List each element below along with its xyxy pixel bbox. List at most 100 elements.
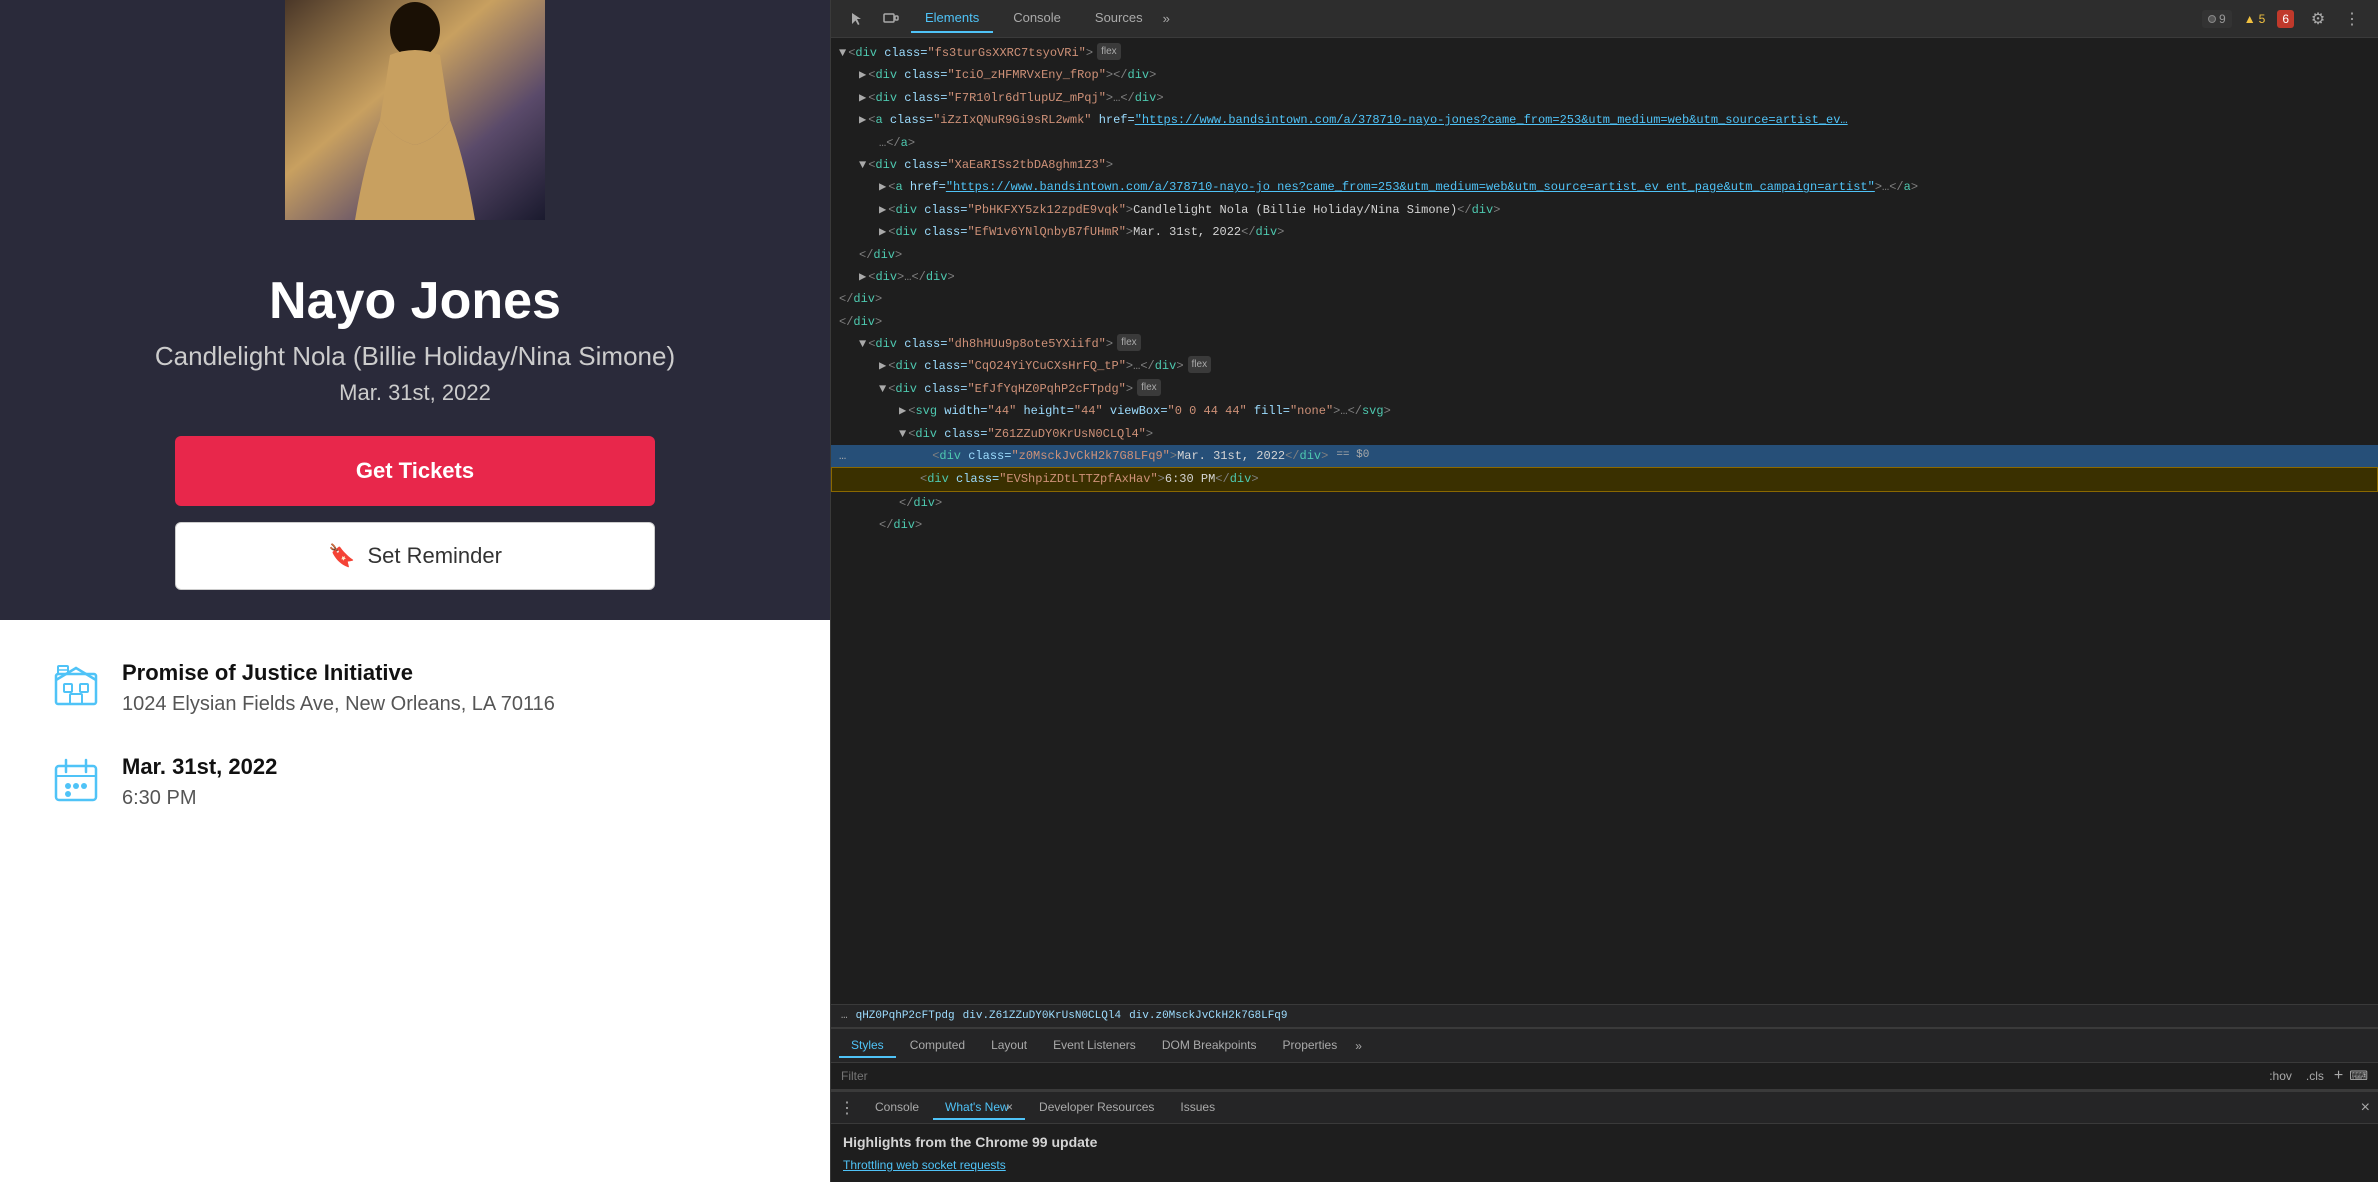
error-badge: 9	[2202, 10, 2232, 28]
dom-line-6[interactable]: ▼ <div class="XaEaRISs2tbDA8ghm1Z3" >	[831, 154, 2378, 176]
tab-event-listeners[interactable]: Event Listeners	[1041, 1034, 1148, 1058]
styles-tabs: Styles Computed Layout Event Listeners D…	[831, 1029, 2378, 1063]
flex-badge-14: flex	[1117, 334, 1141, 351]
warn-badge: ▲ 5	[2238, 10, 2272, 28]
dom-line-8[interactable]: ▶ <div class="PbHKFXY5zk12zpdE9vqk" >Can…	[831, 199, 2378, 221]
venue-detail-text: Promise of Justice Initiative 1024 Elysi…	[122, 660, 780, 718]
drawer-tab-issues[interactable]: Issues	[1168, 1096, 1227, 1120]
date-row: Mar. 31st, 2022 6:30 PM	[50, 754, 780, 812]
event-details: Promise of Justice Initiative 1024 Elysi…	[0, 620, 830, 888]
tab-console[interactable]: Console	[999, 4, 1075, 33]
collapse-arrow-11[interactable]: ▶	[859, 267, 866, 287]
event-date: Mar. 31st, 2022	[122, 754, 780, 780]
dom-line-3[interactable]: ▶ <div class="F7R10lr6dTlupUZ_mPqj" >…</…	[831, 87, 2378, 109]
dom-line-21[interactable]: </div>	[831, 492, 2378, 514]
filter-plus-btn[interactable]: +	[2334, 1067, 2343, 1085]
console-tabs: ⋮ Console What's New × Developer Resourc…	[831, 1092, 2378, 1124]
device-icon-btn[interactable]	[877, 5, 905, 33]
ellipsis-dots: …	[839, 446, 846, 466]
breadcrumb-item-2[interactable]: div.Z61ZZuDY0KrUsN0CLQl4	[963, 1010, 1121, 1022]
calendar-icon-svg	[50, 754, 102, 806]
filter-cls-btn[interactable]: .cls	[2302, 1067, 2328, 1085]
dom-line-7[interactable]: ▶ <a href="https://www.bandsintown.com/a…	[831, 176, 2378, 198]
dom-line-14[interactable]: ▼ <div class="dh8hHUu9p8ote5YXiifd" > fl…	[831, 333, 2378, 355]
datetime-detail-text: Mar. 31st, 2022 6:30 PM	[122, 754, 780, 812]
devtools-panel: Elements Console Sources » 9 ▲ 5 6 ⚙ ⋮ ▼…	[830, 0, 2378, 1182]
more-tabs[interactable]: »	[1163, 11, 1170, 26]
dom-line-17[interactable]: ▶ <svg width="44" height="44" viewBox="0…	[831, 400, 2378, 422]
drawer-tab-dev-resources[interactable]: Developer Resources	[1027, 1096, 1166, 1120]
dom-line-13[interactable]: </div>	[831, 311, 2378, 333]
flex-badge-16: flex	[1137, 379, 1161, 396]
tab-elements[interactable]: Elements	[911, 4, 993, 33]
collapse-arrow-3[interactable]: ▶	[859, 88, 866, 108]
devtools-badges: 9 ▲ 5 6	[2202, 10, 2294, 28]
tab-sources[interactable]: Sources	[1081, 4, 1157, 33]
dom-line-20-highlighted[interactable]: <div class="EVShpiZDtLTTZpfAxHav" >6:30 …	[831, 467, 2378, 491]
drawer-tab-console[interactable]: Console	[863, 1096, 931, 1120]
drawer-tab-whats-new[interactable]: What's New ×	[933, 1096, 1025, 1120]
breadcrumb-item-1[interactable]: qHZ0PqhP2cFTpdg	[856, 1010, 955, 1022]
dom-line-2[interactable]: ▶ <div class="IciO_zHFMRVxEny_fRop" ></d…	[831, 64, 2378, 86]
breadcrumb-item-3[interactable]: div.z0MsckJvCkH2k7G8LFq9	[1129, 1010, 1287, 1022]
collapse-arrow-17[interactable]: ▶	[899, 401, 906, 421]
dom-line-12[interactable]: </div>	[831, 288, 2378, 310]
console-drawer: ⋮ Console What's New × Developer Resourc…	[831, 1090, 2378, 1182]
dom-line-1[interactable]: ▼ <div class="fs3turGsXXRC7tsyoVRi" > fl…	[831, 42, 2378, 64]
event-date-hero: Mar. 31st, 2022	[40, 380, 790, 406]
set-reminder-button[interactable]: 🔖 Set Reminder	[175, 522, 655, 590]
collapse-arrow-15[interactable]: ▶	[879, 356, 886, 376]
dom-line-10[interactable]: </div>	[831, 244, 2378, 266]
console-drawer-dots[interactable]: ⋮	[839, 1098, 855, 1118]
tab-dom-breakpoints[interactable]: DOM Breakpoints	[1150, 1034, 1269, 1058]
filter-controls: :hov .cls + ⌨	[2265, 1067, 2368, 1085]
collapse-arrow-4[interactable]: ▶	[859, 110, 866, 130]
flex-badge-15: flex	[1188, 356, 1212, 373]
ext-badge: 6	[2277, 10, 2294, 28]
dom-tree[interactable]: ▼ <div class="fs3turGsXXRC7tsyoVRi" > fl…	[831, 38, 2378, 1004]
whats-new-tab-close[interactable]: ×	[1006, 1100, 1013, 1114]
event-time: 6:30 PM	[122, 784, 780, 812]
dom-line-5[interactable]: … </a>	[831, 132, 2378, 154]
collapse-arrow-2[interactable]: ▶	[859, 65, 866, 85]
collapse-arrow-16[interactable]: ▼	[879, 379, 886, 399]
dom-line-4[interactable]: ▶ <a class="iZzIxQNuR9Gi9sRL2wmk" href="…	[831, 109, 2378, 131]
filter-bracket-btn[interactable]: ⌨	[2349, 1068, 2368, 1084]
dom-line-18[interactable]: ▼ <div class="Z61ZZuDY0KrUsN0CLQl4" >	[831, 423, 2378, 445]
artist-page: Nayo Jones Candlelight Nola (Billie Holi…	[0, 0, 830, 1182]
tab-computed[interactable]: Computed	[898, 1034, 977, 1058]
devtools-more-btn[interactable]: ⋮	[2338, 5, 2366, 33]
venue-icon-svg	[50, 660, 102, 712]
more-styles-tabs[interactable]: »	[1355, 1039, 1362, 1053]
flex-badge: flex	[1097, 43, 1121, 60]
collapse-arrow-8[interactable]: ▶	[879, 200, 886, 220]
warn-count: 5	[2259, 12, 2266, 26]
dom-line-16[interactable]: ▼ <div class="EfJfYqHZ0PqhP2cFTpdg" > fl…	[831, 378, 2378, 400]
collapse-arrow-7[interactable]: ▶	[879, 177, 886, 197]
dom-line-19-selected[interactable]: … <div class="z0MsckJvCkH2k7G8LFq9" >Mar…	[831, 445, 2378, 467]
whats-new-title: Highlights from the Chrome 99 update	[843, 1134, 2366, 1150]
filter-input[interactable]	[841, 1069, 2259, 1083]
throttle-link[interactable]: Throttling web socket requests	[843, 1158, 1006, 1172]
tab-properties[interactable]: Properties	[1271, 1034, 1350, 1058]
ext-count: 6	[2282, 12, 2289, 26]
collapse-arrow-6[interactable]: ▼	[859, 155, 866, 175]
collapse-arrow-9[interactable]: ▶	[879, 222, 886, 242]
collapse-arrow-14[interactable]: ▼	[859, 334, 866, 354]
cursor-icon-btn[interactable]	[843, 5, 871, 33]
settings-gear-btn[interactable]: ⚙	[2304, 5, 2332, 33]
console-close-all-btn[interactable]: ×	[2361, 1099, 2370, 1117]
collapse-arrow-18[interactable]: ▼	[899, 424, 906, 444]
dom-line-22[interactable]: </div>	[831, 514, 2378, 536]
venue-row: Promise of Justice Initiative 1024 Elysi…	[50, 660, 780, 718]
collapse-arrow[interactable]: ▼	[839, 43, 846, 63]
dom-line-9[interactable]: ▶ <div class="EfW1v6YNlQnbyB7fUHmR" >Mar…	[831, 221, 2378, 243]
error-count: 9	[2219, 12, 2226, 26]
filter-hov-btn[interactable]: :hov	[2265, 1067, 2296, 1085]
tab-layout[interactable]: Layout	[979, 1034, 1039, 1058]
tab-styles[interactable]: Styles	[839, 1034, 896, 1058]
dom-line-15[interactable]: ▶ <div class="CqO24YiYCuCXsHrFQ_tP" >…</…	[831, 355, 2378, 377]
dom-line-11[interactable]: ▶ <div >…</div>	[831, 266, 2378, 288]
venue-name: Promise of Justice Initiative	[122, 660, 780, 686]
get-tickets-button[interactable]: Get Tickets	[175, 436, 655, 506]
